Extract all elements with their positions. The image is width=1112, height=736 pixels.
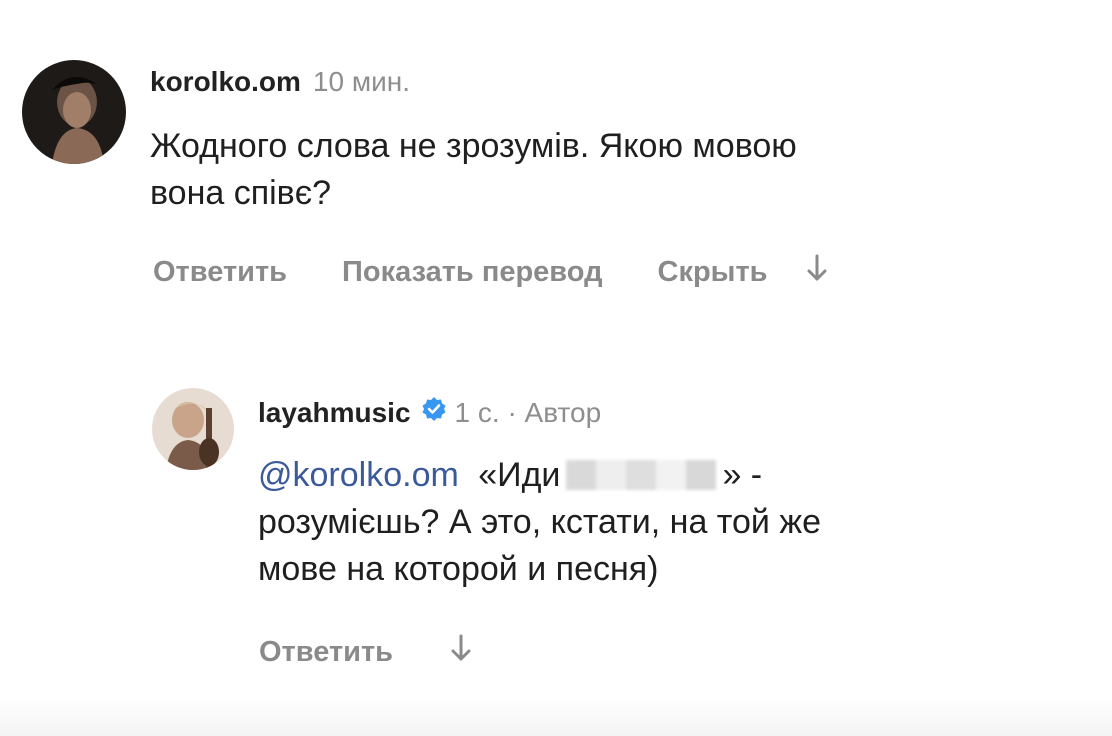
comment-meta: layahmusic 1 с. · Автор [258, 396, 601, 429]
comment-text-line: вона співє? [150, 173, 332, 212]
show-translation-button[interactable]: Показать перевод [342, 256, 602, 289]
arrow-down-icon[interactable] [807, 254, 827, 290]
comment-text: @korolko.om «Иди » - розумієшь? А это, кс… [258, 452, 821, 593]
comment-korolko: korolko.om 10 мин. Жодного слова не зроз… [0, 0, 1112, 320]
username[interactable]: korolko.om [150, 66, 301, 98]
verified-badge-icon [421, 396, 447, 429]
comment-text-fragment: » - [722, 456, 763, 494]
mention-link[interactable]: @korolko.om [258, 456, 459, 494]
hide-button[interactable]: Скрыть [658, 256, 768, 289]
comment-actions: Ответить Показать перевод Скрыть [153, 254, 827, 290]
timestamp: 1 с. · Автор [454, 397, 602, 428]
reply-button[interactable]: Ответить [259, 636, 393, 669]
comment-text-line: мове на которой и песня) [258, 549, 659, 588]
comment-text-line: Жодного слова не зрозумів. Якою мовою [150, 127, 797, 165]
timestamp: 10 мин. [312, 66, 410, 97]
comment-text: Жодного слова не зрозумів. Якою мовою во… [150, 123, 797, 217]
comment-actions: Ответить [259, 634, 471, 670]
avatar-layahmusic[interactable] [152, 388, 234, 470]
comment-layahmusic: layahmusic 1 с. · Автор @korolko.om «Иди… [0, 370, 1112, 700]
avatar-korolko[interactable] [22, 60, 126, 164]
reply-button[interactable]: Ответить [153, 256, 287, 289]
comment-text-line: розумієшь? А это, кстати, на той же [258, 502, 821, 541]
comment-text-fragment: «Иди [478, 456, 561, 494]
arrow-down-icon[interactable] [451, 634, 471, 670]
bottom-edge [0, 696, 1112, 736]
comment-text-line: @korolko.om «Иди » - [258, 452, 821, 499]
comment-meta: korolko.om 10 мин. [150, 66, 410, 98]
username[interactable]: layahmusic [258, 397, 411, 429]
censored-blur [566, 460, 717, 490]
